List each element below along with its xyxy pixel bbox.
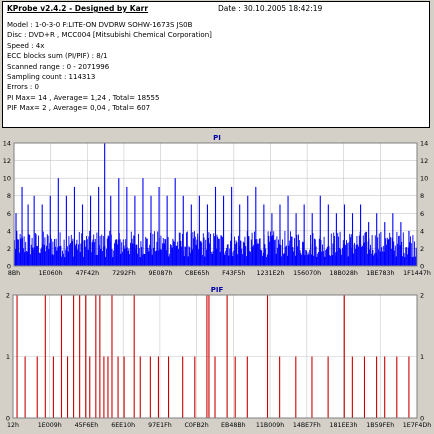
pi-ytick-right: 12 <box>420 157 428 165</box>
pif-ytick-right: 2 <box>420 292 424 300</box>
pif-title: PIF <box>211 286 224 294</box>
pif-xtick: 6EE10h <box>111 422 135 429</box>
pi-ytick-right: 8 <box>420 192 424 200</box>
app-title: KProbe v2.4.2 - Designed by Karr <box>7 4 149 13</box>
pif-xtick: C0FB2h <box>184 422 208 429</box>
pif-xtick: 14BE7Fh <box>293 422 321 429</box>
pi-ytick-left: 12 <box>3 157 11 165</box>
pi-ytick-left: 4 <box>7 227 11 235</box>
info-scanned-range: Scanned range : 0 - 2071996 <box>7 62 110 71</box>
pif-xtick: 1E7F4Dh <box>403 422 431 429</box>
pi-chart: PI0 02 24 46 68 810 1012 1214 148Bh 1E060h 47F42h 7… <box>0 131 434 278</box>
info-disc: Disc : DVD+R , MCC004 [Mitsubishi Chemic… <box>7 31 212 40</box>
pi-title: PI <box>213 134 221 142</box>
pi-xtick: 7292Fh <box>112 270 136 277</box>
pi-xtick: 156070h <box>293 270 321 277</box>
pif-xtick: 1B59FEh <box>366 422 394 429</box>
info-speed: Speed : 4x <box>7 41 45 50</box>
pi-ytick-left: 8 <box>7 192 11 200</box>
pi-xtick: 1F1447h <box>403 270 431 277</box>
pi-ytick-right: 4 <box>420 227 424 235</box>
pi-xtick: 1E060h <box>39 270 63 277</box>
pif-ytick-right: 1 <box>420 353 424 361</box>
info-errors: Errors : 0 <box>7 83 39 92</box>
pi-xtick: 1BE783h <box>366 270 394 277</box>
pif-xtick: 181EE3h <box>330 422 358 429</box>
pif-xtick: 11B009h <box>256 422 284 429</box>
info-ecc-blocks: ECC blocks sum (PI/PIF) : 8/1 <box>7 52 108 61</box>
pi-ytick-left: 14 <box>3 140 11 148</box>
pi-xtick: 1231E2h <box>256 270 284 277</box>
pi-ytick-right: 2 <box>420 245 424 253</box>
pif-xtick: 1E009h <box>38 422 62 429</box>
pif-xtick: 45F6Eh <box>75 422 99 429</box>
pi-ytick-right: 14 <box>420 140 428 148</box>
pif-ytick-left: 2 <box>6 292 10 300</box>
pi-xtick: 18B028h <box>330 270 358 277</box>
scan-date: Date : 30.10.2005 18:42:19 <box>218 4 323 13</box>
pi-ytick-left: 10 <box>3 175 11 183</box>
pi-xtick: C8E65h <box>185 270 209 277</box>
pi-xtick: 47F42h <box>75 270 99 277</box>
disc-info-panel: KProbe v2.4.2 - Designed by Karr Date : … <box>2 1 430 128</box>
pi-xtick: F43F5h <box>222 270 245 277</box>
pi-xtick: 9E087h <box>149 270 173 277</box>
info-lines: Model : 1-0-3-0 F:LITE-ON DVDRW SOHW-167… <box>7 20 212 114</box>
info-pi-summary: PI Max= 14 , Average= 1,24 , Total= 1855… <box>7 93 160 102</box>
pi-ytick-left: 2 <box>7 245 11 253</box>
info-sampling-count: Sampling count : 114313 <box>7 73 96 82</box>
pi-ytick-right: 6 <box>420 210 424 218</box>
info-pif-summary: PIF Max= 2 , Average= 0,04 , Total= 607 <box>7 104 151 113</box>
pif-ytick-left: 1 <box>6 353 10 361</box>
pi-xtick: 8Bh <box>8 270 20 277</box>
pi-ytick-right: 10 <box>420 175 428 183</box>
info-model: Model : 1-0-3-0 F:LITE-ON DVDRW SOHW-167… <box>7 21 193 29</box>
pif-chart: PIF0 01 12 212h 1E009h 45F6Eh 6EE10h 97E1Fh C0FB… <box>0 283 434 434</box>
pif-xtick: EB48Bh <box>221 422 246 429</box>
pif-xtick: 97E1Fh <box>148 422 172 429</box>
pi-ytick-left: 6 <box>7 210 11 218</box>
pif-xtick: 12h <box>7 422 19 429</box>
